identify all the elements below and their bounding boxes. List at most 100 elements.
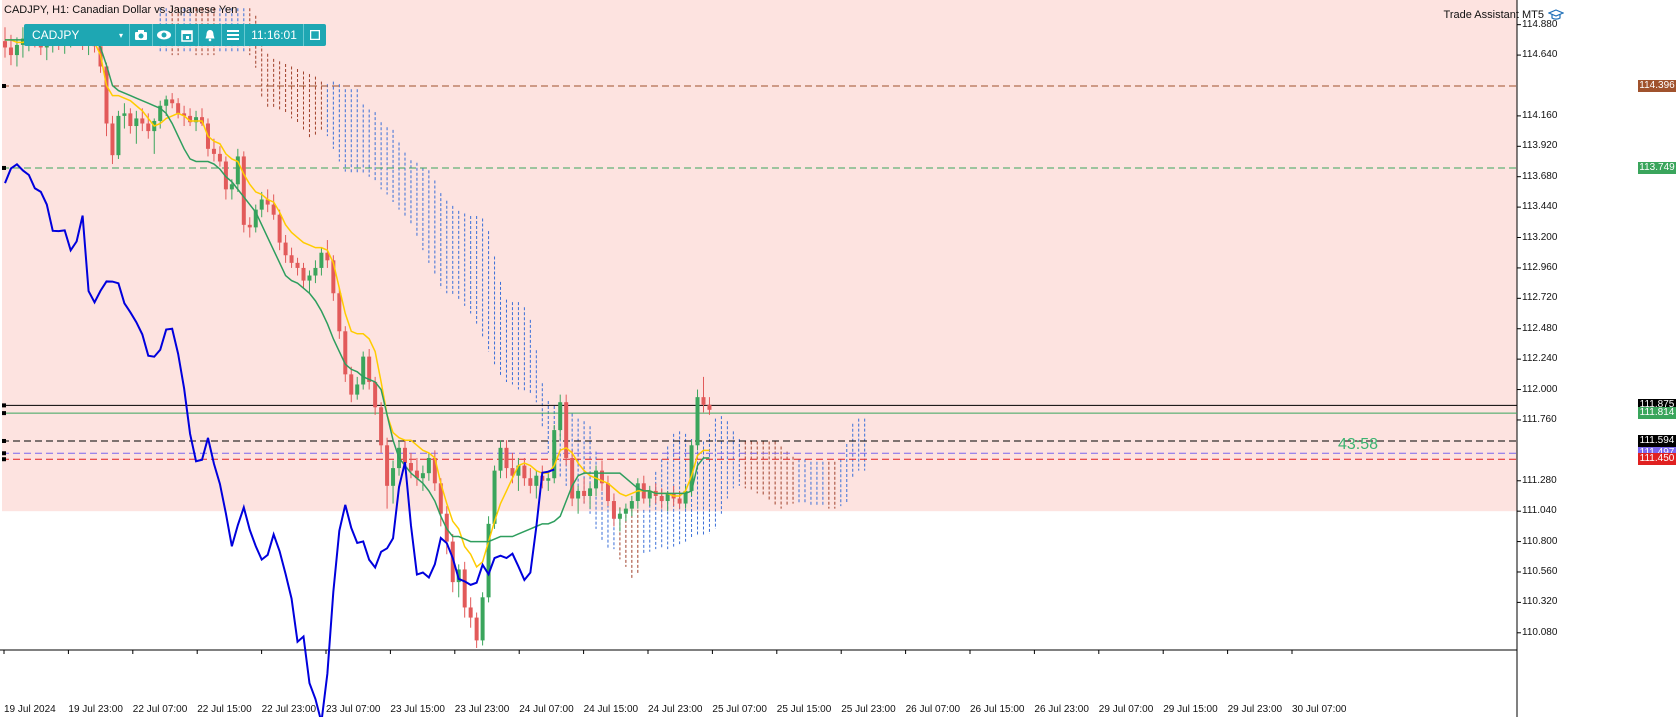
price-level-label: 111.814: [1638, 407, 1676, 420]
candle-body: [707, 404, 712, 410]
price-tick-label: 114.160: [1522, 109, 1558, 121]
candle-body: [355, 384, 360, 395]
candle-body: [164, 99, 169, 106]
price-tick-label: 111.040: [1522, 505, 1557, 517]
chart-canvas[interactable]: [0, 0, 1679, 722]
candle-body: [343, 331, 348, 375]
candle-body: [134, 118, 139, 127]
candle-body: [468, 607, 473, 618]
candle-body: [140, 118, 145, 124]
candle-body: [605, 483, 610, 502]
price-zone: [2, 0, 1517, 512]
candle-body: [611, 501, 616, 519]
time-tick-label: 22 Jul 23:00: [261, 704, 317, 715]
price-tick-label: 113.200: [1522, 231, 1558, 243]
candle-body: [217, 153, 222, 162]
candle-body: [122, 113, 127, 116]
level-handle: [2, 438, 6, 443]
price-tick-label: 110.320: [1522, 596, 1558, 608]
price-level-label: 114.396: [1638, 79, 1676, 92]
server-time: 11:16:01: [245, 24, 304, 46]
price-tick-label: 113.920: [1522, 140, 1558, 152]
level-handle: [2, 403, 6, 408]
price-level-label: 111.594: [1638, 434, 1676, 447]
candle-body: [271, 204, 276, 215]
candle-body: [211, 148, 216, 154]
candle-body: [3, 41, 7, 48]
price-tick-label: 110.560: [1522, 565, 1558, 577]
bell-icon[interactable]: [199, 24, 222, 46]
minimize-icon[interactable]: [304, 24, 326, 46]
time-tick-label: 22 Jul 07:00: [132, 704, 188, 715]
candle-body: [385, 445, 390, 486]
candle-body: [558, 402, 563, 431]
candle-body: [474, 617, 479, 641]
candle-body: [349, 374, 354, 395]
candle-body: [677, 498, 682, 504]
price-tick-label: 114.640: [1522, 49, 1558, 61]
time-tick-label: 23 Jul 07:00: [326, 704, 381, 715]
camera-icon[interactable]: [130, 24, 153, 46]
time-tick-label: 19 Jul 2024: [4, 704, 56, 715]
candle-body: [379, 407, 384, 446]
price-level-label: 111.450: [1638, 453, 1676, 466]
candle-body: [170, 99, 175, 104]
eye-icon[interactable]: [153, 24, 176, 46]
symbol-label: CADJPY: [32, 28, 80, 42]
level-handle: [2, 411, 6, 416]
time-tick-label: 24 Jul 23:00: [648, 704, 703, 715]
candle-body: [504, 447, 509, 469]
price-tick-label: 111.760: [1522, 413, 1557, 425]
candle-body: [498, 447, 503, 471]
price-level-label: 113.749: [1638, 161, 1676, 174]
candle-body: [617, 513, 622, 519]
menu-icon[interactable]: [222, 24, 245, 46]
candle-body: [576, 490, 581, 499]
price-tick-label: 110.080: [1522, 626, 1558, 638]
candle-body: [420, 473, 425, 479]
level-handle: [2, 457, 6, 462]
calendar-icon[interactable]: [176, 24, 199, 46]
time-tick-label: 23 Jul 15:00: [390, 704, 445, 715]
candle-body: [570, 457, 575, 499]
candle-body: [462, 569, 467, 608]
time-tick-label: 26 Jul 07:00: [905, 704, 961, 715]
level-handle: [2, 165, 6, 170]
candle-body: [229, 184, 234, 190]
symbol-selector[interactable]: CADJPY ▾: [24, 24, 130, 46]
time-tick-label: 29 Jul 07:00: [1098, 704, 1154, 715]
time-tick-label: 24 Jul 15:00: [583, 704, 639, 715]
candle-body: [241, 156, 246, 225]
candle-body: [301, 267, 306, 281]
price-tick-label: 114.880: [1522, 18, 1558, 30]
candle-body: [14, 44, 19, 56]
price-tick-label: 112.720: [1522, 292, 1558, 304]
candle-body: [116, 115, 121, 156]
candle-body: [146, 123, 151, 132]
time-tick-label: 26 Jul 15:00: [970, 704, 1025, 715]
candle-body: [361, 356, 366, 385]
price-chart[interactable]: [0, 0, 1679, 722]
candle-body: [307, 275, 312, 281]
price-tick-label: 112.960: [1522, 261, 1558, 273]
candle-body: [701, 397, 706, 405]
price-tick-label: 111.280: [1522, 474, 1557, 486]
candle-body: [247, 224, 252, 228]
price-tick-label: 113.440: [1522, 201, 1558, 213]
candle-body: [176, 103, 181, 114]
time-tick-label: 24 Jul 07:00: [519, 704, 574, 715]
candle-body: [528, 478, 533, 486]
price-tick-label: 113.680: [1522, 170, 1558, 182]
level-handle: [2, 451, 6, 456]
candle-body: [408, 463, 413, 471]
time-tick-label: 19 Jul 23:00: [68, 704, 123, 715]
candle-body: [426, 457, 431, 474]
candle-body: [283, 242, 288, 256]
level-handle: [2, 83, 6, 88]
price-tick-label: 112.480: [1522, 322, 1558, 334]
candle-body: [480, 597, 485, 641]
time-tick-label: 22 Jul 15:00: [197, 704, 252, 715]
time-tick-label: 30 Jul 07:00: [1292, 704, 1347, 715]
time-tick-label: 25 Jul 23:00: [841, 704, 896, 715]
candle-body: [534, 475, 539, 486]
